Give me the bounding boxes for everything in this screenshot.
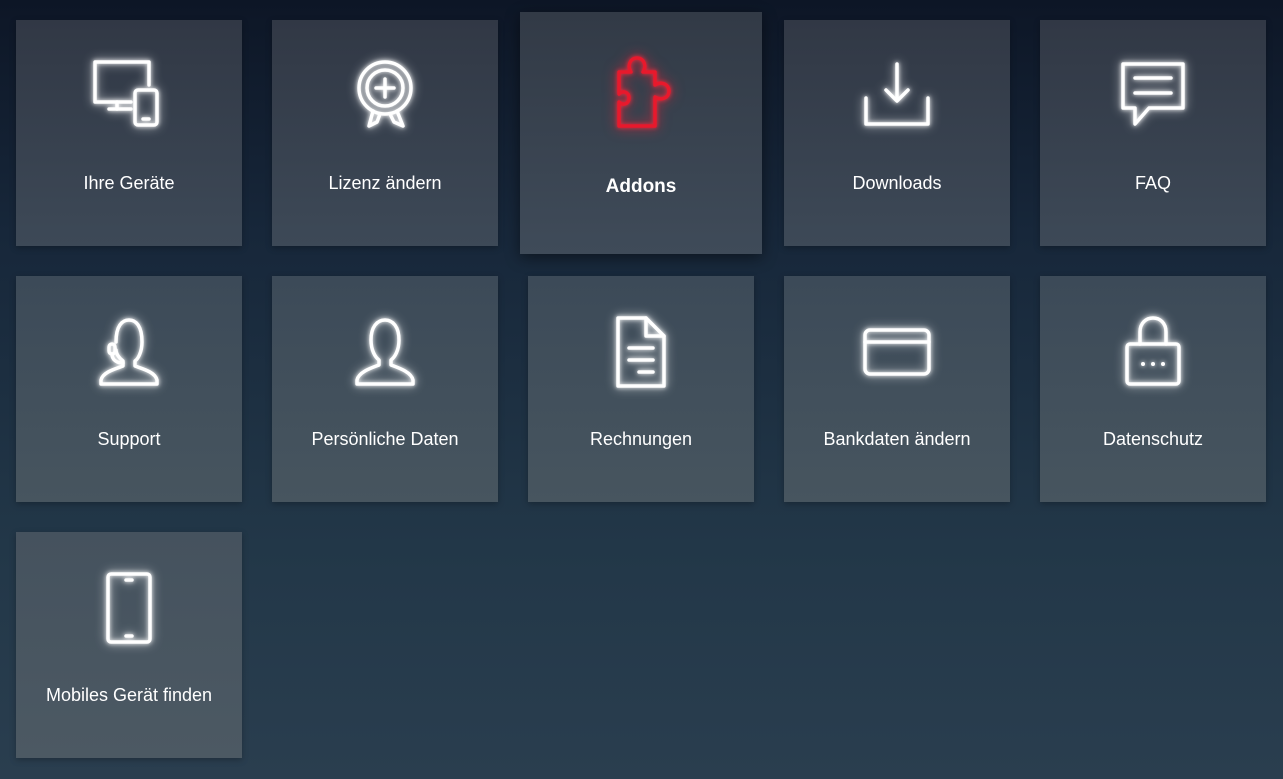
tile-faq[interactable]: FAQ: [1040, 20, 1266, 246]
download-icon: [859, 58, 935, 134]
tile-bankdaten-aendern[interactable]: Bankdaten ändern: [784, 276, 1010, 502]
tile-lizenz-aendern[interactable]: Lizenz ändern: [272, 20, 498, 246]
tile-label: Downloads: [852, 173, 942, 193]
tile-label: FAQ: [1134, 173, 1171, 193]
tile-addons[interactable]: Addons: [520, 12, 762, 254]
tile-label: Rechnungen: [589, 429, 693, 449]
user-icon: [347, 314, 423, 390]
credit-card-icon: [859, 314, 935, 390]
tile-label: Mobiles Gerät finden: [45, 685, 213, 705]
license-award-icon: [347, 58, 423, 134]
tile-label: Datenschutz: [1102, 429, 1204, 449]
tile-mobiles-geraet-finden[interactable]: Mobiles Gerät finden: [16, 532, 242, 758]
tile-downloads[interactable]: Downloads: [784, 20, 1010, 246]
tile-label: Support: [97, 429, 161, 449]
lock-icon: [1115, 314, 1191, 390]
document-icon: [603, 314, 679, 390]
tile-ihre-geraete[interactable]: Ihre Geräte: [16, 20, 242, 246]
tile-label: Ihre Geräte: [83, 173, 175, 193]
tile-persoenliche-daten[interactable]: Persönliche Daten: [272, 276, 498, 502]
headset-icon: [91, 314, 167, 390]
tile-rechnungen[interactable]: Rechnungen: [528, 276, 754, 502]
tile-label: Addons: [605, 176, 677, 197]
tile-label: Persönliche Daten: [311, 429, 459, 449]
devices-icon: [91, 58, 167, 134]
chat-bubble-icon: [1115, 58, 1191, 134]
tile-support[interactable]: Support: [16, 276, 242, 502]
puzzle-icon: [603, 54, 679, 130]
tablet-icon: [91, 570, 167, 646]
tile-label: Bankdaten ändern: [823, 429, 971, 449]
tile-datenschutz[interactable]: Datenschutz: [1040, 276, 1266, 502]
tile-label: Lizenz ändern: [328, 173, 442, 193]
